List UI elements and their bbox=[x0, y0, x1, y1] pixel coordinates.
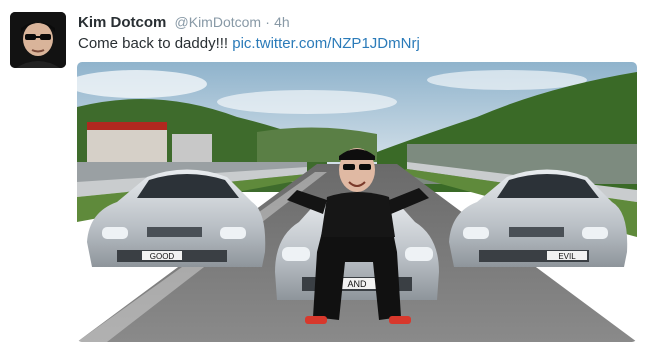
tweet-media-image[interactable]: GOOD EVIL AND bbox=[77, 62, 637, 342]
author-name[interactable]: Kim Dotcom bbox=[78, 14, 166, 31]
avatar-image bbox=[10, 12, 66, 68]
photo-cars-scene: GOOD EVIL AND bbox=[77, 62, 637, 342]
author-avatar[interactable] bbox=[10, 12, 66, 68]
plate-good: GOOD bbox=[150, 252, 175, 261]
tweet-header: Kim Dotcom @KimDotcom · 4h bbox=[78, 12, 290, 33]
tweet-timestamp[interactable]: 4h bbox=[274, 14, 290, 30]
meta-separator: · bbox=[265, 14, 270, 30]
plate-and: AND bbox=[347, 279, 367, 289]
plate-evil: EVIL bbox=[558, 252, 576, 261]
tweet-body: Come back to daddy!!! bbox=[78, 35, 233, 52]
author-handle[interactable]: @KimDotcom bbox=[175, 14, 262, 30]
tweet-media-link[interactable]: pic.twitter.com/NZP1JDmNrj bbox=[232, 35, 420, 52]
tweet-text: Come back to daddy!!! pic.twitter.com/NZ… bbox=[78, 34, 420, 54]
